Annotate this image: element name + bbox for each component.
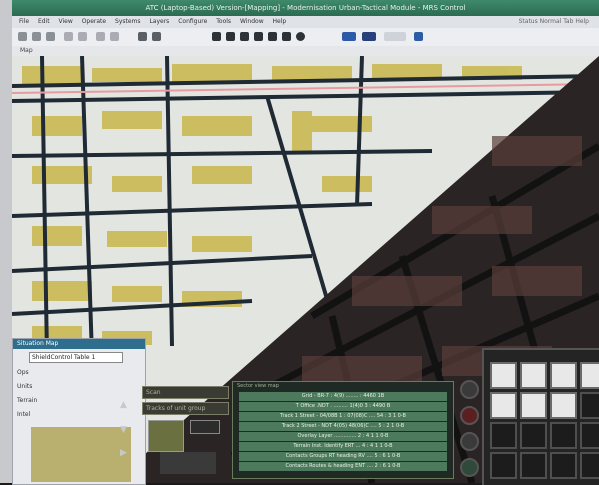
info-row[interactable]: Contacts Groups RT heading RV .... 5 : 6…	[239, 452, 447, 461]
scroll-up-icon[interactable]: ▲	[118, 400, 129, 410]
minimap[interactable]	[31, 427, 131, 482]
info-panel: Sector view map Grid - BR-7 : 4(9) .....…	[232, 381, 454, 479]
scroll-right-icon[interactable]: ▶	[118, 448, 129, 458]
vehicle-command-icon[interactable]	[490, 392, 517, 419]
back-icon[interactable]	[64, 32, 73, 41]
zoom-in-icon[interactable]	[96, 32, 105, 41]
info-row[interactable]: Terrain Inst. Identify ERT ... 4 : 4 1 1…	[239, 442, 447, 451]
menu-item-systems[interactable]: Systems	[115, 18, 141, 25]
tab-map[interactable]: Map	[20, 47, 33, 54]
pointer-icon[interactable]	[212, 32, 221, 41]
panel-title: Situation Map	[13, 339, 145, 349]
unit-icon[interactable]	[580, 362, 599, 389]
info-caption: Sector view map	[237, 383, 279, 389]
layer-navy-icon[interactable]	[362, 32, 376, 41]
unit-thumbnail[interactable]	[148, 420, 184, 452]
new-icon[interactable]	[18, 32, 27, 41]
panel-label-intel[interactable]: Intel	[17, 411, 30, 418]
menu-item-configure[interactable]: Configure	[178, 18, 207, 25]
panel-label-ops[interactable]: Ops	[17, 369, 29, 376]
empty-slot[interactable]	[490, 422, 517, 449]
empty-slot[interactable]	[580, 392, 599, 419]
situation-panel: Situation Map ShieldControl Table 1 Ops …	[12, 338, 146, 485]
menu-item-file[interactable]: File	[19, 18, 29, 25]
warning-icon[interactable]	[460, 406, 479, 425]
supply-icon[interactable]	[550, 392, 577, 419]
menu-item-view[interactable]: View	[59, 18, 73, 25]
select-icon[interactable]	[152, 32, 161, 41]
status-light-icon[interactable]	[460, 380, 479, 399]
status-text: Status Normal Tab Help	[518, 18, 589, 25]
vehicle-icon	[160, 452, 216, 474]
scan-field[interactable]: Scan	[142, 386, 229, 399]
command-grid	[482, 348, 599, 485]
table-select[interactable]: ShieldControl Table 1	[29, 352, 123, 363]
menu-item-edit[interactable]: Edit	[38, 18, 50, 25]
menu-item-layers[interactable]: Layers	[149, 18, 169, 25]
infantry-icon[interactable]	[520, 392, 547, 419]
info-row[interactable]: Overlay Layer .............. 2 : 4 1 1 0…	[239, 432, 447, 441]
mode-select-icon[interactable]	[384, 32, 406, 41]
forward-icon[interactable]	[78, 32, 87, 41]
window-title-bar: ATC (Laptop-Based) Version-[Mapping] - M…	[12, 0, 599, 16]
empty-slot[interactable]	[580, 452, 599, 479]
empty-slot[interactable]	[550, 422, 577, 449]
draw-icon[interactable]	[226, 32, 235, 41]
menu-item-window[interactable]: Window	[240, 18, 264, 25]
empty-slot[interactable]	[520, 452, 547, 479]
info-row[interactable]: Track 1 Street - 04/08B 1 : 07(08)C ....…	[239, 412, 447, 421]
menu-item-tools[interactable]: Tools	[216, 18, 231, 25]
empty-slot[interactable]	[490, 452, 517, 479]
marker-icon[interactable]	[254, 32, 263, 41]
target-icon[interactable]	[282, 32, 291, 41]
open-icon[interactable]	[32, 32, 41, 41]
toolbar	[12, 28, 599, 47]
build-icon[interactable]	[550, 362, 577, 389]
record-icon[interactable]	[296, 32, 305, 41]
pan-icon[interactable]	[138, 32, 147, 41]
left-edge-strip	[0, 0, 12, 483]
panel-label-units[interactable]: Units	[17, 383, 32, 390]
map-tab-bar: Map	[12, 46, 599, 56]
empty-slot[interactable]	[550, 452, 577, 479]
go-icon[interactable]	[460, 458, 479, 477]
unit-toggle-icon[interactable]	[190, 420, 220, 434]
info-row[interactable]: Track 2 Street - NDT 4(05) 48(06)C .... …	[239, 422, 447, 431]
route-icon[interactable]	[268, 32, 277, 41]
empty-slot[interactable]	[520, 422, 547, 449]
scroll-down-icon[interactable]: ▼	[118, 425, 129, 435]
layer-blue-icon[interactable]	[342, 32, 356, 41]
empty-slot[interactable]	[580, 422, 599, 449]
menu-item-operate[interactable]: Operate	[82, 18, 106, 25]
menu-item-help[interactable]: Help	[273, 18, 287, 25]
up-triangle-icon[interactable]	[460, 432, 479, 451]
panel-label-terrain[interactable]: Terrain	[17, 397, 37, 404]
measure-icon[interactable]	[240, 32, 249, 41]
settings-icon[interactable]	[414, 32, 423, 41]
tracks-field[interactable]: Tracks of unit group	[142, 402, 229, 415]
deploy-icon[interactable]	[520, 362, 547, 389]
info-row[interactable]: Grid - BR-7 : 4(9) ........ : 4460 1B	[239, 392, 447, 401]
info-row[interactable]: T Office .NDT . ......... 1(4)0 3 : 4490…	[239, 402, 447, 411]
zoom-out-icon[interactable]	[110, 32, 119, 41]
save-icon[interactable]	[46, 32, 55, 41]
info-row[interactable]: Contacts Routes & heading ENT .... 2 : 6…	[239, 462, 447, 471]
move-up-icon[interactable]	[490, 362, 517, 389]
